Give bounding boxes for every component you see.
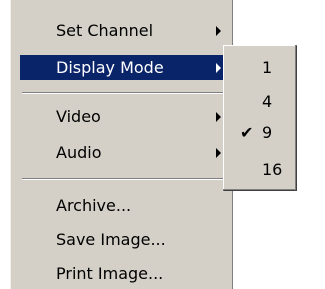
menu-item-archive[interactable]: Archive...: [20, 193, 232, 218]
menu-item-label: Set Channel: [56, 21, 154, 40]
submenu-item-label: 4: [262, 92, 273, 111]
submenu-item-label: 1: [262, 58, 273, 77]
menu-item-label: Print Image...: [56, 264, 164, 283]
submenu-item-9[interactable]: ✔ 9: [227, 121, 293, 145]
menu-item-label: Archive...: [56, 196, 132, 215]
menu-item-audio[interactable]: Audio: [20, 140, 232, 165]
check-icon: ✔: [240, 123, 254, 142]
menu-item-set-channel[interactable]: Set Channel: [20, 18, 232, 43]
menu-separator: [22, 178, 229, 180]
menu-item-label: Save Image...: [56, 230, 166, 249]
menu-item-print-image[interactable]: Print Image...: [20, 261, 232, 286]
submenu-item-4[interactable]: 4: [227, 90, 293, 114]
submenu-item-label: 16: [262, 160, 283, 179]
menu-item-video[interactable]: Video: [20, 104, 232, 129]
display-mode-submenu: 1 4 ✔ 9 16: [223, 45, 297, 191]
menu-item-label: Video: [56, 107, 101, 126]
menu-item-save-image[interactable]: Save Image...: [20, 227, 232, 252]
submenu-arrow-icon: [216, 112, 221, 122]
submenu-item-16[interactable]: 16: [227, 158, 293, 182]
submenu-item-1[interactable]: 1: [227, 56, 293, 80]
menu-item-label: Audio: [56, 143, 102, 162]
submenu-arrow-icon: [216, 63, 221, 73]
submenu-arrow-icon: [216, 148, 221, 158]
menu-item-label: Display Mode: [56, 58, 164, 77]
submenu-item-label: 9: [262, 123, 273, 142]
context-menu: Set Channel Display Mode Video Audio Arc…: [9, 0, 233, 289]
menu-separator: [22, 92, 229, 94]
submenu-arrow-icon: [216, 26, 221, 36]
menu-item-display-mode[interactable]: Display Mode: [20, 55, 232, 80]
